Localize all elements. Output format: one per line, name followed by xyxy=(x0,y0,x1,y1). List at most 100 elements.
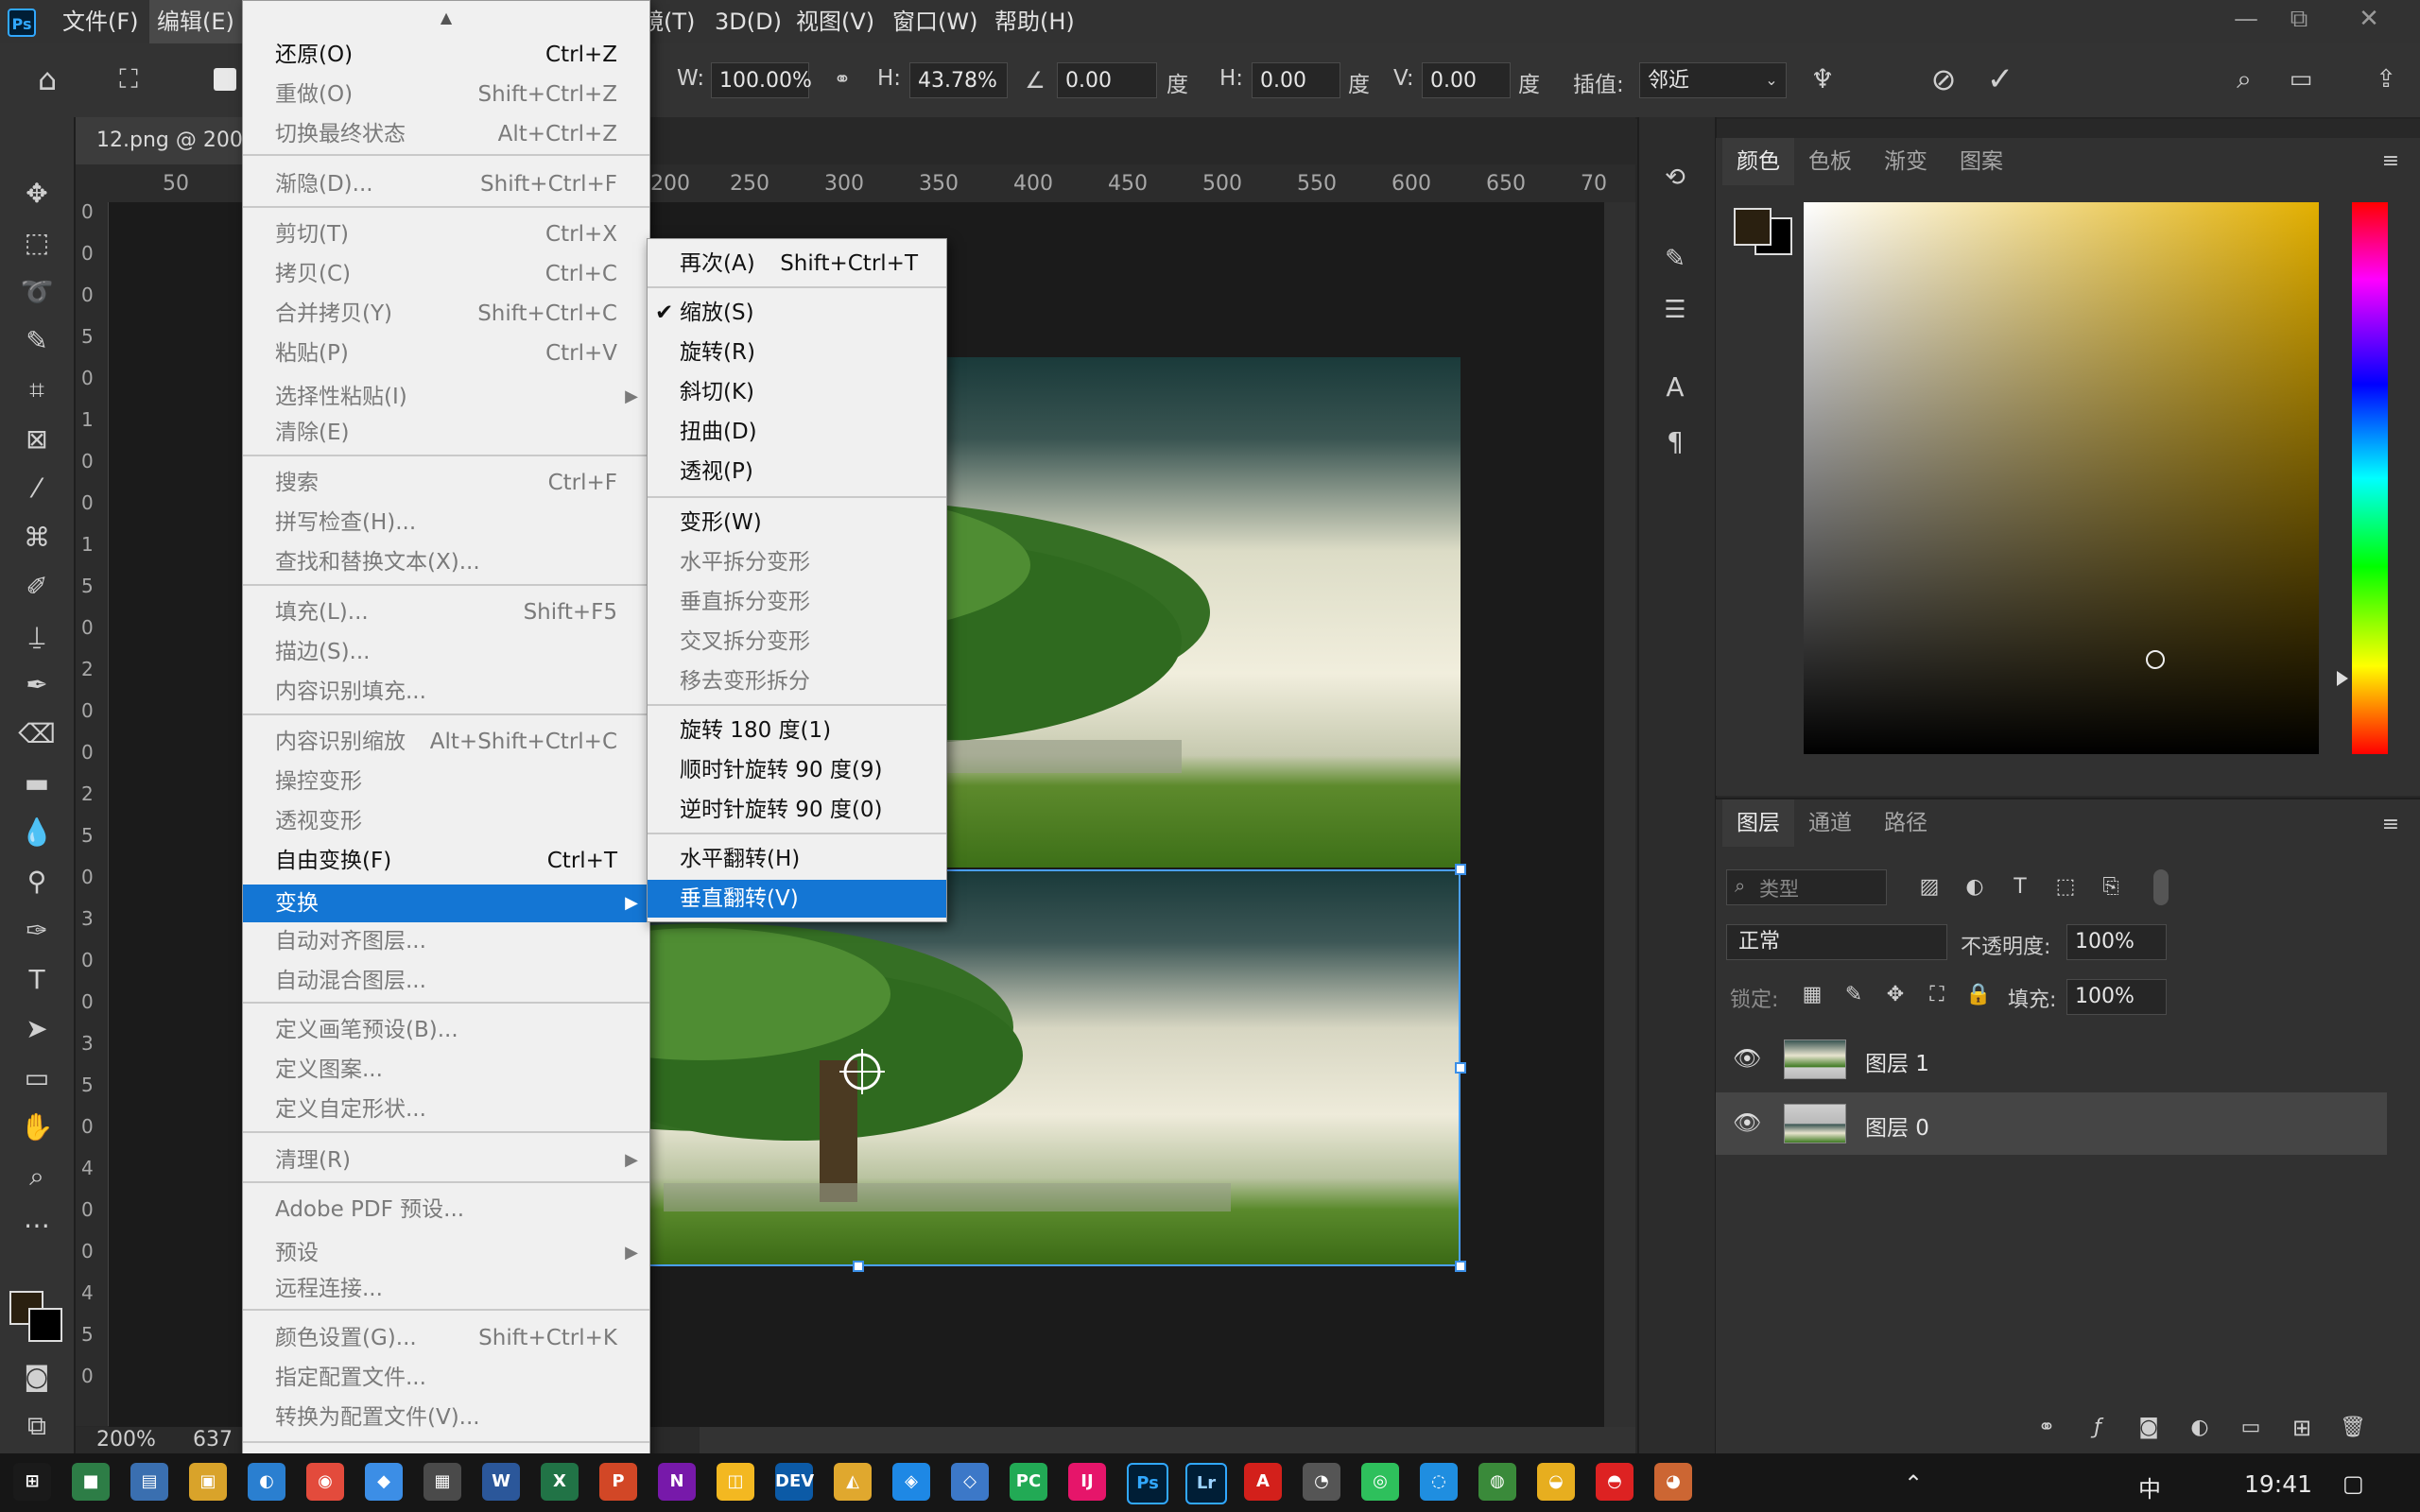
panel-menu-icon[interactable]: ≡ xyxy=(2377,147,2405,176)
tab-color[interactable]: 颜色 xyxy=(1722,138,1794,185)
edit-menu-item[interactable]: 填充(L)... Shift+F5 xyxy=(243,593,649,631)
edit-menu-item[interactable]: 自由变换(F) Ctrl+T xyxy=(243,842,649,880)
edit-menu-item[interactable]: 定义图案... xyxy=(243,1051,649,1089)
transform-menu-item[interactable]: 交叉拆分变形 xyxy=(648,623,946,661)
type-tool-icon[interactable]: T xyxy=(17,960,57,1000)
delete-layer-icon[interactable]: 🗑 xyxy=(2337,1412,2369,1444)
taskbar-app-icon[interactable]: ◓ xyxy=(1596,1463,1634,1501)
width-field[interactable]: 100.00% xyxy=(711,62,812,98)
filter-adjustment-icon[interactable]: ◐ xyxy=(1959,871,1991,903)
edit-menu-item[interactable]: 预设 ▶ xyxy=(243,1234,649,1272)
taskbar-app-icon[interactable]: A xyxy=(1244,1463,1282,1501)
warp-icon[interactable]: ♆ xyxy=(1804,60,1841,98)
taskbar-app-icon[interactable]: P xyxy=(599,1463,637,1501)
share-icon[interactable]: ⇪ xyxy=(2367,60,2405,98)
menu-window[interactable]: 窗口(W) xyxy=(885,0,985,43)
home-icon[interactable]: ⌂ xyxy=(28,60,66,98)
taskbar-app-icon[interactable]: ◆ xyxy=(365,1463,403,1501)
tab-swatches[interactable]: 色板 xyxy=(1794,138,1866,185)
dodge-tool-icon[interactable]: ⚲ xyxy=(17,862,57,902)
notification-icon[interactable]: ▢ xyxy=(2342,1470,2364,1497)
adjustments-icon[interactable]: ☰ xyxy=(1656,291,1694,329)
path-select-tool-icon[interactable]: ➤ xyxy=(17,1009,57,1049)
zoom-level[interactable]: 200% xyxy=(96,1427,156,1453)
taskbar-app-icon[interactable]: W xyxy=(482,1463,520,1501)
eye-icon[interactable]: 👁 xyxy=(1733,1109,1761,1136)
cancel-transform-icon[interactable]: ⊘ xyxy=(1925,60,1962,98)
lock-transparent-icon[interactable]: ▦ xyxy=(1796,979,1828,1011)
edit-menu-item[interactable]: 变换 ▶ xyxy=(243,885,649,922)
new-layer-icon[interactable]: ⊞ xyxy=(2286,1412,2318,1444)
filter-shape-icon[interactable]: ⬚ xyxy=(2049,871,2082,903)
edit-menu-item[interactable]: 自动对齐图层... xyxy=(243,922,649,960)
edit-menu-item[interactable]: 拷贝(C) Ctrl+C xyxy=(243,255,649,293)
edit-menu-item[interactable]: 操控变形 xyxy=(243,763,649,800)
clock[interactable]: 19:41 xyxy=(2244,1470,2312,1498)
commit-transform-icon[interactable]: ✓ xyxy=(1981,60,2019,98)
edit-menu-item[interactable]: 颜色设置(G)... Shift+Ctrl+K xyxy=(243,1319,649,1357)
transform-menu-item[interactable]: 再次(A) Shift+Ctrl+T xyxy=(648,245,946,283)
link-layers-icon[interactable]: ⚭ xyxy=(2031,1412,2063,1444)
layer-filter-select[interactable]: ⌕ 类型 xyxy=(1726,869,1887,905)
layer-name[interactable]: 图层 1 xyxy=(1865,1045,1929,1077)
quick-mask-icon[interactable]: ◙ xyxy=(17,1357,57,1397)
menu-scroll-up-icon[interactable]: ▲ xyxy=(243,1,649,35)
edit-menu-item[interactable]: 还原(O) Ctrl+Z xyxy=(243,36,649,74)
background-swatch[interactable] xyxy=(28,1308,62,1342)
paragraph-panel-icon[interactable]: ¶ xyxy=(1656,423,1694,461)
ime-indicator[interactable]: 中 xyxy=(2138,1470,2161,1503)
transform-menu-item[interactable]: 垂直翻转(V) xyxy=(648,880,946,918)
eye-icon[interactable]: 👁 xyxy=(1733,1045,1761,1072)
photoshop-logo-icon[interactable]: Ps xyxy=(8,9,36,37)
transform-menu-item[interactable]: 垂直拆分变形 xyxy=(648,583,946,621)
blend-mode-select[interactable]: 正常 xyxy=(1726,924,1947,960)
eraser-tool-icon[interactable]: ⌫ xyxy=(17,714,57,754)
tab-channels[interactable]: 通道 xyxy=(1794,799,1866,847)
taskbar-app-icon[interactable]: ◌ xyxy=(1420,1463,1458,1501)
minimize-button[interactable]: — xyxy=(2220,0,2273,38)
link-icon[interactable]: ⚭ xyxy=(828,62,856,98)
edit-menu-item[interactable]: 自动混合图层... xyxy=(243,962,649,1000)
tray-chevron-icon[interactable]: ⌃ xyxy=(1904,1470,1923,1497)
transform-handle-right[interactable] xyxy=(1455,1062,1466,1074)
edit-menu-item[interactable]: 粘贴(P) Ctrl+V xyxy=(243,335,649,372)
restore-button[interactable]: ⧉ xyxy=(2273,0,2325,38)
transform-menu-item[interactable]: 水平翻转(H) xyxy=(648,840,946,878)
menu-help[interactable]: 帮助(H) xyxy=(987,0,1082,43)
taskbar-app-icon[interactable]: ◔ xyxy=(1303,1463,1340,1501)
tab-paths[interactable]: 路径 xyxy=(1868,799,1944,847)
edit-menu-item[interactable]: 内容识别缩放 Alt+Shift+Ctrl+C xyxy=(243,723,649,761)
lock-pixels-icon[interactable]: ✎ xyxy=(1838,979,1870,1011)
edit-menu-item[interactable]: 指定配置文件... xyxy=(243,1359,649,1397)
taskbar-app-icon[interactable]: ◉ xyxy=(306,1463,344,1501)
tab-layers[interactable]: 图层 xyxy=(1722,799,1794,847)
transform-menu-item[interactable]: 透视(P) xyxy=(648,453,946,490)
close-button[interactable]: ✕ xyxy=(2342,0,2395,38)
gradient-tool-icon[interactable]: ▬ xyxy=(17,764,57,803)
fill-field[interactable]: 100% xyxy=(2066,979,2167,1015)
lock-position-icon[interactable]: ✥ xyxy=(1879,979,1911,1011)
edit-menu-item[interactable]: 剪切(T) Ctrl+X xyxy=(243,215,649,253)
transform-menu-item[interactable]: 旋转 180 度(1) xyxy=(648,712,946,749)
crop-tool-icon[interactable]: ⌗ xyxy=(17,370,57,410)
edit-menu-item[interactable]: Adobe PDF 预设... xyxy=(243,1191,649,1228)
lock-all-icon[interactable]: 🔒 xyxy=(1962,979,1995,1011)
history-panel-icon[interactable]: ⟲ xyxy=(1656,159,1694,197)
transform-menu-item[interactable]: 移去变形拆分 xyxy=(648,662,946,700)
lock-artboard-icon[interactable]: ⛶ xyxy=(1921,979,1953,1011)
lasso-tool-icon[interactable]: ➰ xyxy=(17,272,57,312)
menu-edit[interactable]: 编辑(E) xyxy=(149,0,242,43)
edit-menu-item[interactable]: 清除(E) xyxy=(243,414,649,452)
brush-tool-icon[interactable]: ✐ xyxy=(17,567,57,607)
vertical-scrollbar[interactable] xyxy=(1604,202,1635,1427)
edit-menu-item[interactable]: 透视变形 xyxy=(243,802,649,840)
taskbar-app-icon[interactable]: ■ xyxy=(72,1463,110,1501)
taskbar-app-icon[interactable]: ▣ xyxy=(189,1463,227,1501)
search-icon[interactable]: ⌕ xyxy=(2225,60,2263,98)
pen-tool-icon[interactable]: ✑ xyxy=(17,911,57,951)
layer-style-icon[interactable]: ƒ xyxy=(2082,1412,2114,1444)
add-mask-icon[interactable]: ◙ xyxy=(2133,1412,2165,1444)
eyedropper-tool-icon[interactable]: ⁄ xyxy=(17,469,57,508)
taskbar-app-icon[interactable]: ◫ xyxy=(717,1463,754,1501)
shape-tool-icon[interactable]: ▭ xyxy=(17,1058,57,1098)
